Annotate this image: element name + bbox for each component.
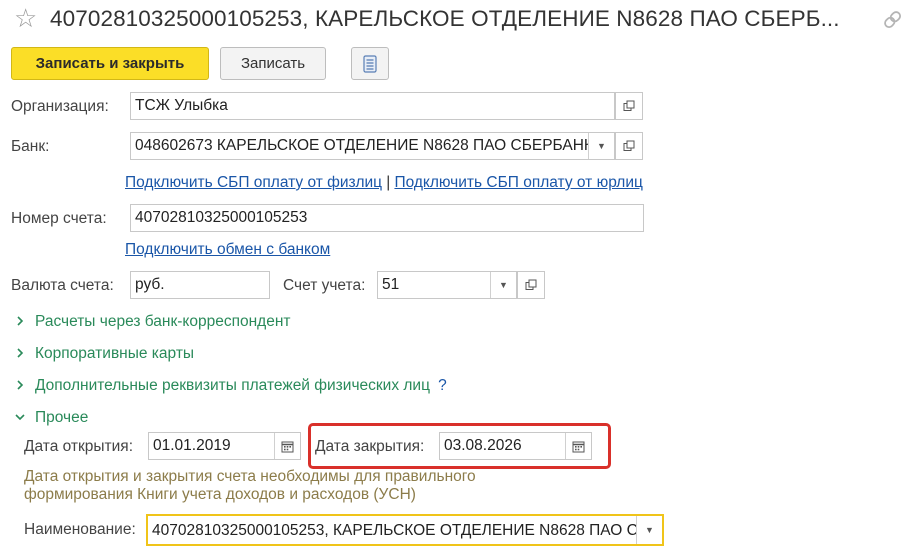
name-field[interactable]: 40702810325000105253, КАРЕЛЬСКОЕ ОТДЕЛЕН… [146,514,664,546]
chevron-right-icon [17,316,24,326]
accounting-account-label: Счет учета: [283,277,366,294]
open-icon [623,140,635,151]
accounting-account-open-button[interactable] [517,271,545,299]
account-number-label: Номер счета: [11,210,107,227]
bank-open-button[interactable] [615,132,643,160]
chevron-right-icon [17,380,24,390]
name-value: 40702810325000105253, КАРЕЛЬСКОЕ ОТДЕЛЕН… [152,522,664,539]
calendar-icon[interactable] [565,433,591,459]
organization-field[interactable]: ТСЖ Улыбка [130,92,615,120]
section-correspondent-label: Расчеты через банк-корреспондент [35,313,291,330]
currency-field[interactable]: руб. [130,271,270,299]
accounting-account-dropdown-icon[interactable]: ▼ [490,272,516,298]
help-icon[interactable]: ? [438,377,447,394]
list-icon [363,54,377,73]
close-date-label: Дата закрытия: [315,438,425,455]
bank-exchange-link[interactable]: Подключить обмен с банком [125,240,330,260]
star-icon[interactable]: ☆ [14,5,37,31]
window-title: 40702810325000105253, КАРЕЛЬСКОЕ ОТДЕЛЕН… [50,6,840,31]
dates-hint-line2: формирования Книги учета доходов и расхо… [24,486,416,503]
open-date-field[interactable]: 01.01.2019 [148,432,301,460]
section-other[interactable]: Прочее [14,408,88,428]
open-date-label: Дата открытия: [24,438,134,455]
accounting-account-value: 51 [382,276,400,293]
open-date-value: 01.01.2019 [153,437,231,454]
bank-dropdown-icon[interactable]: ▼ [588,133,614,159]
open-icon [525,279,537,290]
currency-label: Валюта счета: [11,277,114,294]
bank-label: Банк: [11,138,50,155]
name-dropdown-icon[interactable]: ▼ [636,516,662,544]
link-icon-svg [884,11,902,29]
section-correspondent[interactable]: Расчеты через банк-корреспондент [14,312,291,332]
more-actions-button[interactable] [351,47,389,80]
close-date-value: 03.08.2026 [444,437,522,454]
section-corporate-cards[interactable]: Корпоративные карты [14,344,194,364]
section-other-label: Прочее [35,409,89,426]
name-label: Наименование: [24,521,136,538]
organization-open-button[interactable] [615,92,643,120]
bank-field[interactable]: 048602673 КАРЕЛЬСКОЕ ОТДЕЛЕНИЕ N8628 ПАО… [130,132,615,160]
calendar-icon-svg [281,441,294,452]
calendar-icon-svg [572,441,585,452]
close-date-field[interactable]: 03.08.2026 [439,432,592,460]
dates-hint-line1: Дата открытия и закрытия счета необходим… [24,468,476,485]
dates-hint: Дата открытия и закрытия счета необходим… [24,468,476,504]
section-corporate-cards-label: Корпоративные карты [35,345,195,362]
section-extra-details[interactable]: Дополнительные реквизиты платежей физиче… [14,376,447,396]
save-and-close-button[interactable]: Записать и закрыть [11,47,209,80]
section-extra-details-label: Дополнительные реквизиты платежей физиче… [35,377,430,394]
sbp-links: Подключить СБП оплату от физлиц | Подклю… [125,173,643,193]
save-button[interactable]: Записать [220,47,326,80]
sbp-physical-link[interactable]: Подключить СБП оплату от физлиц [125,174,382,191]
account-number-field[interactable]: 40702810325000105253 [130,204,644,232]
bank-value: 048602673 КАРЕЛЬСКОЕ ОТДЕЛЕНИЕ N8628 ПАО… [135,137,593,154]
sbp-separator: | [386,174,391,191]
calendar-icon[interactable] [274,433,300,459]
sbp-legal-link[interactable]: Подключить СБП оплату от юрлиц [394,174,642,191]
accounting-account-field[interactable]: 51 ▼ [377,271,517,299]
chevron-down-icon [15,414,25,421]
open-icon [623,100,635,111]
link-icon[interactable] [878,5,909,36]
chevron-right-icon [17,348,24,358]
organization-label: Организация: [11,98,109,115]
